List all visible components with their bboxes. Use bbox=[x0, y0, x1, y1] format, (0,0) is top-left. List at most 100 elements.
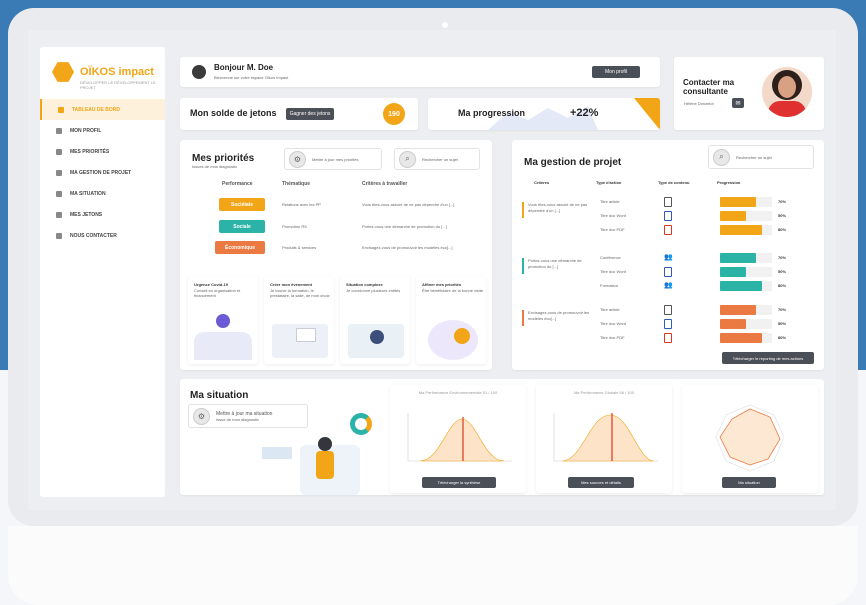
progress-bar-fill bbox=[720, 305, 757, 315]
download-summary-button[interactable]: Télécharger la synthèse bbox=[422, 477, 496, 488]
search-icon: ⌕ bbox=[399, 150, 416, 168]
word-icon[interactable] bbox=[664, 211, 672, 221]
mini-card-text: Je trouve la formation, le prestataire, … bbox=[270, 288, 330, 298]
token-icon bbox=[56, 211, 62, 218]
contact-mail-icon[interactable]: ✉ bbox=[732, 98, 744, 108]
consultant-photo bbox=[762, 67, 812, 117]
sidebar-item-project[interactable]: MA GESTION DE PROJET bbox=[40, 162, 165, 183]
progress-bar-fill bbox=[720, 253, 757, 263]
criteria-marker bbox=[522, 202, 524, 218]
mini-card-text: Conseil en organisation et financement bbox=[194, 288, 241, 298]
progress-label: 50% bbox=[778, 321, 787, 326]
performance-pill[interactable]: Sociale bbox=[219, 220, 265, 233]
consultant-name: Hélène Donzelot bbox=[684, 101, 714, 106]
covid-card[interactable]: Urgence Covid-19 Conseil en organisation… bbox=[188, 276, 258, 364]
progress-label: 80% bbox=[778, 335, 787, 340]
progress-bar bbox=[720, 253, 772, 263]
search-subject-label: Rechercher un sujet bbox=[422, 156, 458, 162]
criteria-cell[interactable]: Portez-vous une démarche de promotion du… bbox=[528, 258, 590, 270]
criteria-cell[interactable]: Envisagez-vous de promouvoir les modèles… bbox=[362, 245, 453, 250]
progress-bar bbox=[720, 281, 772, 291]
sidebar-item-label: MA GESTION DE PROJET bbox=[70, 169, 132, 176]
chart-title: Ma Performance Globale 56 / 100 bbox=[573, 390, 635, 395]
criteria-cell[interactable]: Envisagez-vous de promouvoir les modèles… bbox=[528, 310, 590, 322]
target-illustration bbox=[428, 320, 478, 360]
people-icon[interactable]: 👥 bbox=[664, 281, 673, 291]
mail-icon bbox=[56, 232, 62, 239]
complex-situation-card[interactable]: Situation complexe Je coordonne plusieur… bbox=[340, 276, 410, 364]
action-type-cell: Titre doc Word bbox=[600, 269, 627, 274]
avatar bbox=[192, 65, 206, 79]
update-priorities-label: Mettre à jour mes priorités bbox=[312, 156, 359, 162]
download-report-button[interactable]: Télécharger le reporting de mes actions bbox=[722, 352, 814, 364]
virus-illustration bbox=[216, 314, 230, 328]
word-icon[interactable] bbox=[664, 319, 672, 329]
project-search-label: Rechercher un sujet bbox=[736, 154, 772, 160]
tokens-card: Mon solde de jetons Gagner des jetons 19… bbox=[180, 98, 418, 130]
update-priorities-button[interactable]: ⚙ Mettre à jour mes priorités bbox=[284, 148, 382, 170]
brand-name: OÏKOS impact bbox=[80, 66, 154, 78]
update-situation-button[interactable]: ⚙ Mettre à jour ma situation Issue de mo… bbox=[188, 404, 308, 428]
progress-bar-fill bbox=[720, 281, 762, 291]
user-icon bbox=[56, 127, 62, 134]
sidebar-nav: TABLEAU DE BORD MON PROFIL MES PRIORITÉS… bbox=[40, 99, 165, 246]
progress-label: 80% bbox=[778, 283, 787, 288]
performance-pill[interactable]: Sociétale bbox=[219, 198, 265, 211]
project-title: Ma gestion de projet bbox=[524, 157, 622, 168]
criteria-cell[interactable]: Vous êtes-vous assuré de ne pas dépendre… bbox=[362, 202, 454, 207]
sources-details-button[interactable]: Mes sources et détails bbox=[568, 477, 634, 488]
progress-bar bbox=[720, 225, 772, 235]
mini-card-title: Créer mon événement bbox=[270, 282, 313, 287]
criteria-cell[interactable]: Vous êtes-vous assuré de ne pas dépendre… bbox=[528, 202, 590, 214]
folder-icon bbox=[56, 169, 62, 176]
situation-card: Ma situation ⚙ Mettre à jour ma situatio… bbox=[180, 379, 824, 495]
sidebar-item-contact[interactable]: NOUS CONTACTER bbox=[40, 225, 165, 246]
sidebar-item-situation[interactable]: MA SITUATION bbox=[40, 183, 165, 204]
sidebar-item-label: TABLEAU DE BORD bbox=[72, 106, 120, 113]
progress-bar-fill bbox=[720, 225, 762, 235]
project-search-button[interactable]: ⌕ Rechercher un sujet bbox=[708, 145, 814, 169]
pdf-icon[interactable] bbox=[664, 225, 672, 235]
my-situation-button[interactable]: Ma situation bbox=[722, 477, 776, 488]
progress-label: Ma progression bbox=[458, 108, 526, 118]
chart-title: Ma Performance Environnementale 51 / 100 bbox=[418, 390, 498, 395]
progress-bar bbox=[720, 319, 772, 329]
person-illustration bbox=[370, 330, 384, 344]
word-icon[interactable] bbox=[664, 267, 672, 277]
sidebar-item-label: NOUS CONTACTER bbox=[70, 232, 117, 239]
progress-bar bbox=[720, 211, 772, 221]
col-action-type: Type d'action bbox=[596, 180, 622, 185]
profile-button[interactable]: Mon profil bbox=[592, 66, 640, 78]
sidebar-item-priorities[interactable]: MES PRIORITÉS bbox=[40, 141, 165, 162]
criteria-cell[interactable]: Portez-vous une démarche de promotion du… bbox=[362, 224, 447, 229]
search-subject-button[interactable]: ⌕ Rechercher un sujet bbox=[394, 148, 480, 170]
people-icon[interactable]: 👥 bbox=[664, 253, 673, 263]
sidebar-item-tokens[interactable]: MES JETONS bbox=[40, 204, 165, 225]
document-icon[interactable] bbox=[664, 197, 672, 207]
sidebar-item-dashboard[interactable]: TABLEAU DE BORD bbox=[40, 99, 165, 120]
logo-hexagon-icon bbox=[52, 62, 74, 82]
progress-label: 50% bbox=[778, 269, 787, 274]
sidebar-item-label: MES JETONS bbox=[70, 211, 103, 218]
performance-pill[interactable]: Économique bbox=[215, 241, 265, 254]
progress-label: 70% bbox=[778, 255, 787, 260]
progress-bar bbox=[720, 305, 772, 315]
event-card[interactable]: Créer mon événement Je trouve la formati… bbox=[264, 276, 334, 364]
progress-value: +22% bbox=[570, 107, 599, 119]
document-icon[interactable] bbox=[664, 305, 672, 315]
sidebar-item-profile[interactable]: MON PROFIL bbox=[40, 120, 165, 141]
situation-title: Ma situation bbox=[190, 390, 249, 401]
refine-priorities-card[interactable]: Affiner mes priorités Être bénéficiaire … bbox=[416, 276, 486, 364]
criteria-marker bbox=[522, 258, 524, 274]
laptop-base bbox=[8, 526, 858, 605]
project-card: Ma gestion de projet ⌕ Rechercher un suj… bbox=[512, 140, 824, 370]
environment-performance-chart: Ma Performance Environnementale 51 / 100… bbox=[390, 385, 526, 493]
progress-bar-fill bbox=[720, 319, 746, 329]
mini-card-text: Je coordonne plusieurs entités bbox=[346, 288, 401, 293]
action-type-cell: Titre doc PDF bbox=[600, 227, 625, 232]
whiteboard-illustration bbox=[296, 328, 316, 342]
pdf-icon[interactable] bbox=[664, 333, 672, 343]
person-illustration bbox=[454, 328, 470, 344]
gear-icon: ⚙ bbox=[289, 150, 306, 168]
earn-tokens-button[interactable]: Gagner des jetons bbox=[286, 108, 334, 120]
